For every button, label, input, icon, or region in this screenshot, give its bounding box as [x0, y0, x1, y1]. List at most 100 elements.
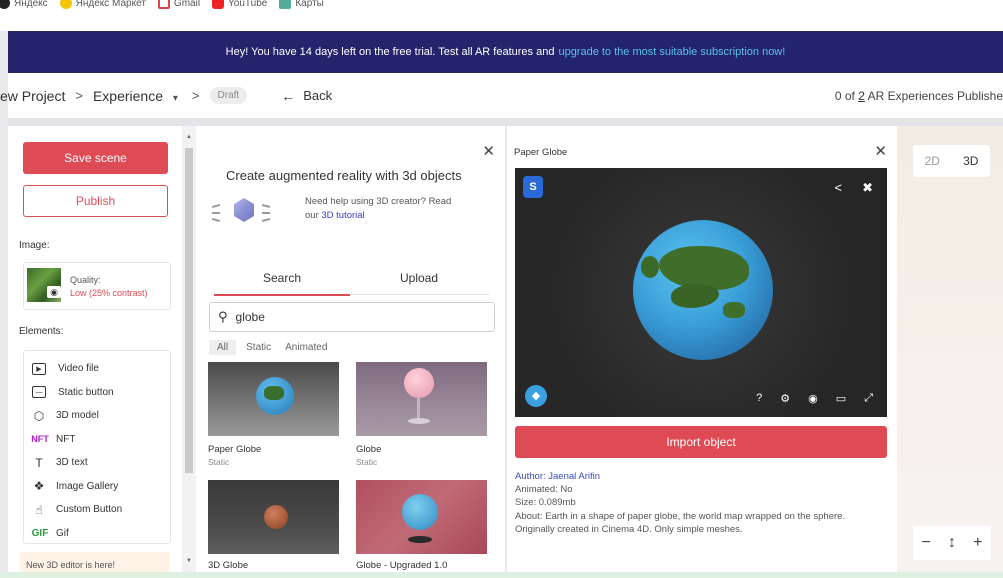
yandex-market-icon	[59, 0, 72, 9]
mode-2d-button[interactable]: 2D	[913, 145, 952, 177]
search-input[interactable]	[235, 310, 476, 324]
move-icon[interactable]: ↕	[948, 534, 956, 552]
element-video-file[interactable]: ▶ Video file	[24, 357, 170, 381]
search-box[interactable]: ⚲	[209, 302, 495, 332]
viewer-top-controls: < ✖	[815, 180, 874, 196]
result-globe-upgraded[interactable]	[356, 480, 487, 554]
globe-base	[408, 418, 430, 424]
publish-button[interactable]: Publish	[23, 185, 168, 217]
bookmark-yandex[interactable]: Яндекс	[0, 0, 48, 9]
scroll-down-icon[interactable]: ▼	[186, 558, 192, 564]
result-type: Static	[356, 457, 378, 467]
element-image-gallery[interactable]: ❖ Image Gallery	[24, 475, 170, 499]
layers-icon[interactable]: ◉	[808, 392, 818, 405]
globe-model	[633, 220, 773, 360]
fullscreen-icon[interactable]: ⤢	[864, 392, 873, 405]
element-static-button[interactable]: — Static button	[24, 381, 170, 405]
element-label: Image Gallery	[56, 480, 119, 492]
object-author[interactable]: Author: Jaenal Arifin	[515, 471, 600, 482]
result-name: Paper Globe	[208, 444, 262, 455]
bookmark-label: Gmail	[173, 0, 201, 9]
3d-viewer[interactable]: S < ✖ ◆ ? ⚙ ◉ ▭ ⤢	[515, 168, 887, 417]
globe-stand	[417, 398, 420, 420]
element-label: NFT	[56, 433, 76, 445]
filter-animated[interactable]: Animated	[285, 340, 327, 355]
help-text: Need help using 3D creator? Read	[305, 196, 452, 207]
bookmark-maps[interactable]: Карты	[279, 0, 324, 9]
bookmark-gmail[interactable]: Gmail	[157, 0, 201, 9]
3d-illustration	[210, 194, 280, 228]
maps-icon	[279, 0, 292, 9]
element-label: Custom Button	[56, 504, 123, 516]
ar-cube-icon[interactable]: ◆	[525, 385, 547, 407]
breadcrumb-project[interactable]: ew Project	[0, 88, 65, 104]
breadcrumb: ew Project > Experience ▾ > Draft	[0, 87, 248, 104]
result-globe[interactable]	[356, 362, 487, 436]
filter-static[interactable]: Static	[246, 340, 271, 355]
experience-dropdown[interactable]: Experience ▾	[93, 88, 178, 104]
close-icon[interactable]: ✕	[482, 142, 495, 160]
scroll-up-icon[interactable]: ▲	[186, 134, 192, 140]
bookmark-label: YouTube	[228, 0, 268, 9]
pink-globe-thumbnail	[404, 368, 434, 398]
element-nft[interactable]: NFT NFT	[24, 428, 170, 452]
result-name: Globe	[356, 444, 382, 455]
result-3d-globe[interactable]	[208, 480, 339, 554]
tab-upload[interactable]: Upload	[400, 271, 438, 285]
help-text-2: our 3D tutorial	[305, 210, 365, 221]
close-viewer-icon[interactable]: ✖	[862, 180, 873, 196]
object-about-2: Originally created in Cinema 4D. Only si…	[515, 524, 743, 535]
tab-search[interactable]: Search	[263, 271, 301, 285]
back-button[interactable]: ← Back	[281, 88, 332, 104]
video-file-icon: ▶	[32, 362, 46, 375]
save-scene-button[interactable]: Save scene	[23, 142, 168, 174]
share-icon[interactable]: <	[835, 180, 843, 196]
mode-3d-button[interactable]: 3D	[952, 145, 991, 177]
zoom-out-button[interactable]: −	[922, 534, 931, 552]
custom-button-icon: ☝	[35, 502, 43, 517]
active-tab-indicator	[214, 294, 350, 296]
upgrade-link[interactable]: upgrade to the most suitable subscriptio…	[558, 46, 785, 58]
top-nav: ew Project > Experience ▾ > Draft ← Back…	[0, 73, 1003, 118]
scroll-thumb[interactable]	[185, 148, 193, 473]
object-preview-panel: Paper Globe ✕ S < ✖ ◆ ? ⚙ ◉ ▭ ⤢ Import o…	[507, 126, 897, 578]
left-scrollbar[interactable]: ▲ ▼	[182, 126, 196, 578]
back-arrow-icon: ←	[281, 87, 296, 104]
camera-icon[interactable]: ◉	[47, 286, 61, 298]
chevron-right-icon: >	[191, 88, 200, 103]
brown-globe-thumbnail	[264, 505, 288, 529]
import-object-button[interactable]: Import object	[515, 426, 887, 458]
element-3d-model[interactable]: ⬡ 3D model	[24, 404, 170, 428]
element-custom-button[interactable]: ☝ Custom Button	[24, 498, 170, 522]
close-icon[interactable]: ✕	[874, 142, 887, 160]
3d-tutorial-link[interactable]: 3D tutorial	[321, 210, 364, 221]
left-panel: Save scene Publish Image: ◉ Quality: Low…	[8, 126, 182, 578]
filter-tabs: All Static Animated	[209, 340, 341, 355]
bottom-strip	[0, 572, 1003, 578]
bookmark-label: Яндекс Маркет	[75, 0, 146, 9]
bookmark-youtube[interactable]: YouTube	[212, 0, 267, 9]
filter-all[interactable]: All	[209, 340, 237, 355]
element-label: Static button	[58, 386, 114, 398]
zoom-in-button[interactable]: +	[973, 534, 982, 552]
help-icon[interactable]: ?	[756, 392, 762, 405]
cube-icon	[234, 198, 254, 222]
object-about: About: Earth in a shape of paper globe, …	[515, 511, 846, 522]
elements-list: ▶ Video file — Static button ⬡ 3D model …	[23, 350, 171, 544]
published-number[interactable]: 2	[858, 89, 865, 103]
result-paper-globe[interactable]	[208, 362, 339, 436]
element-3d-text[interactable]: T 3D text	[24, 451, 170, 475]
gmail-icon	[157, 0, 170, 9]
image-label: Image:	[19, 240, 50, 251]
nft-icon: NFT	[31, 434, 49, 445]
image-card[interactable]: ◉ Quality: Low (25% contrast)	[23, 262, 171, 310]
published-pre: 0 of	[834, 88, 859, 103]
element-gif[interactable]: GIF Gif	[24, 522, 170, 546]
vr-headset-icon[interactable]: ▭	[836, 392, 846, 405]
settings-gear-icon[interactable]: ⚙	[780, 392, 790, 405]
image-gallery-icon: ❖	[33, 479, 45, 494]
bookmark-yandex-market[interactable]: Яндекс Маркет	[59, 0, 146, 9]
panel-title: Create augmented reality with 3d objects	[226, 168, 462, 183]
search-icon: ⚲	[218, 309, 228, 324]
quality-value: Low (25% contrast)	[70, 288, 148, 298]
